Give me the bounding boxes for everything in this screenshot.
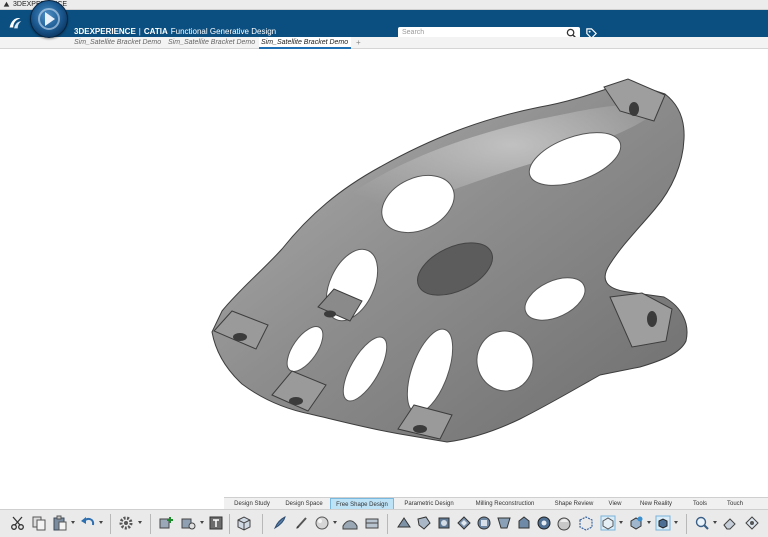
render-style-dropdown-icon[interactable] — [674, 521, 678, 524]
pen-icon[interactable] — [294, 515, 310, 531]
tab-label: Design Space — [285, 501, 323, 507]
part-options-icon[interactable] — [180, 515, 196, 531]
doc-tab-label: Sim_Satellite Bracket Demo — [261, 39, 349, 46]
brush-icon[interactable] — [272, 515, 288, 531]
shape-tool-5-icon[interactable] — [456, 515, 472, 531]
settings-icon[interactable] — [118, 515, 134, 531]
undo-icon[interactable] — [80, 515, 96, 531]
cut-icon[interactable] — [10, 515, 26, 531]
shape-tool-9-icon[interactable] — [536, 515, 552, 531]
compass-button[interactable] — [30, 0, 68, 38]
tab-label: Touch — [726, 501, 743, 507]
toolbar-separator — [262, 514, 263, 534]
zoom-icon[interactable] — [694, 515, 710, 531]
part-options-dropdown-icon[interactable] — [200, 521, 204, 524]
sphere-icon[interactable] — [314, 515, 330, 531]
toolbar-separator — [110, 514, 111, 534]
eraser-icon[interactable] — [722, 515, 738, 531]
shape-tool-8-icon[interactable] — [516, 515, 532, 531]
shape-tool-4-icon[interactable] — [436, 515, 452, 531]
copy-icon[interactable] — [31, 515, 47, 531]
ds-logo-icon[interactable] — [6, 14, 24, 32]
tab-label: New Reality — [639, 501, 672, 507]
3d-viewport[interactable] — [0, 49, 768, 495]
toolbar-separator — [686, 514, 687, 534]
undo-dropdown-icon[interactable] — [99, 521, 103, 524]
tab-label: Milling Reconstruction — [475, 501, 535, 507]
toolbar-separator — [150, 514, 151, 534]
doc-tab-2[interactable]: Sim_Satellite Bracket Demo — [166, 37, 258, 49]
doc-tab-1[interactable]: Sim_Satellite Bracket Demo — [72, 37, 164, 49]
box-view-icon[interactable] — [236, 515, 252, 531]
toolbar-separator — [387, 514, 388, 534]
render-style-icon[interactable] — [655, 515, 671, 531]
satellite-bracket-model[interactable] — [0, 49, 768, 495]
document-tabs: Sim_Satellite Bracket Demo Sim_Satellite… — [0, 37, 768, 49]
doc-tab-label: Sim_Satellite Bracket Demo — [168, 39, 256, 46]
zoom-dropdown-icon[interactable] — [713, 521, 717, 524]
shape-tool-6-icon[interactable] — [476, 515, 492, 531]
tab-label: View — [608, 501, 622, 507]
shape-tool-10-icon[interactable] — [556, 515, 572, 531]
tab-label: Free Shape Design — [336, 502, 388, 508]
product-name: CATIA — [143, 27, 168, 36]
search-placeholder: Search — [402, 29, 425, 36]
tab-label: Design Study — [234, 501, 270, 507]
cube-view-dropdown-icon[interactable] — [619, 521, 623, 524]
properties-icon[interactable] — [208, 515, 224, 531]
app-logo-icon — [3, 1, 10, 7]
shape-tool-3-icon[interactable] — [416, 515, 432, 531]
play-icon — [45, 12, 55, 26]
cube-display-icon[interactable] — [628, 515, 644, 531]
paste-dropdown-icon[interactable] — [71, 521, 75, 524]
app-title: 3DEXPERIENCE | CATIA Functional Generati… — [74, 27, 276, 36]
cube-display-dropdown-icon[interactable] — [647, 521, 651, 524]
brand-name: 3DEXPERIENCE — [74, 27, 136, 36]
shape-tool-7-icon[interactable] — [496, 515, 512, 531]
tab-label: Tools — [692, 501, 707, 507]
action-bar — [0, 509, 768, 537]
cube-view-icon[interactable] — [600, 515, 616, 531]
add-tab-button[interactable]: + — [356, 37, 361, 49]
app-name: Functional Generative Design — [170, 27, 277, 36]
settings-dropdown-icon[interactable] — [138, 521, 142, 524]
toolbar-separator — [229, 514, 230, 534]
paste-icon[interactable] — [52, 515, 68, 531]
shape-tool-1-icon[interactable] — [364, 515, 380, 531]
os-title-bar: 3DEXPERIENCE — [0, 0, 768, 10]
title-separator: | — [138, 27, 141, 36]
tab-label: Shape Review — [554, 501, 594, 507]
doc-tab-3[interactable]: Sim_Satellite Bracket Demo — [259, 37, 351, 49]
doc-tab-label: Sim_Satellite Bracket Demo — [74, 39, 162, 46]
shape-tool-2-icon[interactable] — [396, 515, 412, 531]
app-header: 3DEXPERIENCE | CATIA Functional Generati… — [0, 10, 768, 40]
section-tabs: Design Study Design Space Free Shape Des… — [224, 497, 768, 510]
add-part-icon[interactable] — [158, 515, 174, 531]
navigate-icon[interactable] — [744, 515, 760, 531]
sphere-dropdown-icon[interactable] — [333, 521, 337, 524]
tab-label: Parametric Design — [404, 501, 454, 507]
cube-selection-icon[interactable] — [578, 515, 594, 531]
surface-icon[interactable] — [342, 515, 358, 531]
